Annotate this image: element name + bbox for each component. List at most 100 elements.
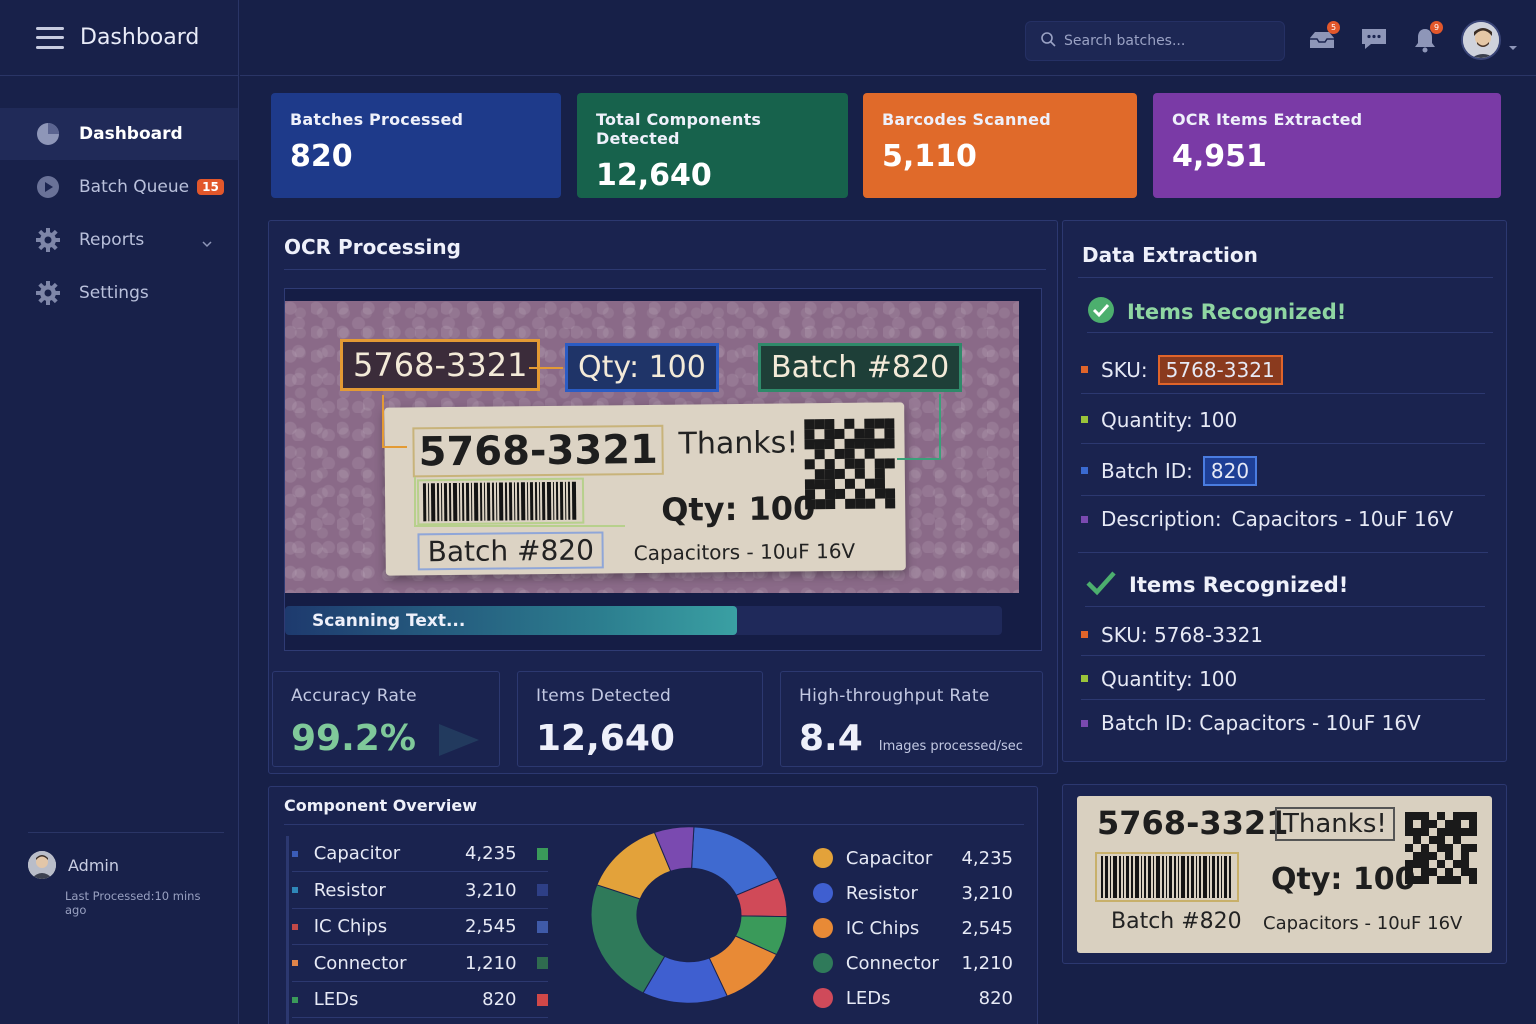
chevron-down-icon bbox=[202, 233, 212, 253]
legend-value: 2,545 bbox=[961, 917, 1013, 939]
legend-item: Capacitor 4,235 bbox=[813, 843, 1013, 873]
legend-value: 1,210 bbox=[961, 952, 1013, 974]
menu-icon[interactable] bbox=[36, 26, 64, 49]
bell-icon bbox=[1411, 29, 1439, 58]
stat-card-batches: Batches Processed 820 bbox=[271, 93, 561, 198]
chat-icon bbox=[1359, 29, 1389, 56]
table-row[interactable]: IC Chips 2,545 bbox=[292, 909, 548, 945]
check-icon bbox=[1085, 570, 1117, 600]
component-count: 820 bbox=[482, 989, 517, 1010]
extraction-row-description: Description: Capacitors - 10uF 16V bbox=[1081, 498, 1485, 540]
label-batch-text: Batch #820 bbox=[417, 531, 605, 571]
legend-label: Resistor bbox=[845, 882, 918, 904]
metric-label: High-throughput Rate bbox=[799, 686, 990, 706]
brand-bar: Dashboard bbox=[0, 0, 238, 76]
legend-swatch bbox=[813, 988, 833, 1008]
legend-value: 820 bbox=[978, 987, 1013, 1009]
stat-label: Total Components Detected bbox=[596, 110, 762, 148]
sidebar-item-label: Batch Queue bbox=[79, 177, 190, 197]
component-name: LEDs bbox=[313, 989, 359, 1010]
sidebar-user[interactable]: Admin Last Processed:10 mins ago bbox=[28, 832, 224, 917]
bullet bbox=[1081, 366, 1088, 373]
bullet bbox=[1081, 719, 1088, 727]
extraction-row-batch: Batch ID: 820 bbox=[1081, 446, 1485, 496]
legend-swatch bbox=[813, 918, 833, 938]
divider bbox=[284, 269, 1046, 270]
bullet bbox=[1081, 631, 1088, 638]
chevron-down-icon[interactable] bbox=[1508, 36, 1518, 55]
legend-swatch bbox=[813, 848, 833, 868]
ocr-image: 5768-3321 Thanks! Qty: 100 Batch #820 Ca… bbox=[285, 301, 1019, 593]
extraction-row-sku: SKU: 5768-3321 bbox=[1081, 346, 1485, 394]
extraction-row-quantity: Quantity: 100 bbox=[1081, 396, 1485, 444]
search-input[interactable] bbox=[1064, 33, 1264, 49]
sidebar-item-settings[interactable]: Settings bbox=[0, 267, 238, 319]
table-row[interactable]: Connector 1,210 bbox=[292, 946, 548, 982]
legend-label: Connector bbox=[845, 952, 939, 974]
bullet bbox=[1081, 675, 1088, 682]
progress-text: Scanning Text... bbox=[312, 611, 466, 631]
field-text: SKU: 5768-3321 bbox=[1101, 622, 1264, 647]
last-processed-text: Last Processed:10 mins ago bbox=[65, 889, 201, 917]
label-thumbnail[interactable]: 5768-3321 Thanks! Qty: 100 Batch #820 Ca… bbox=[1077, 796, 1492, 953]
bullet bbox=[1081, 416, 1088, 423]
sidebar-item-batch-queue[interactable]: Batch Queue 15 bbox=[0, 161, 238, 213]
recognized-heading-2: Items Recognized! bbox=[1085, 563, 1485, 607]
label-qty-text: Qty: 100 bbox=[661, 489, 816, 529]
check-circle-icon bbox=[1087, 296, 1115, 328]
recognized-heading-text: Items Recognized! bbox=[1129, 572, 1349, 597]
sidebar-item-label: Reports bbox=[79, 230, 145, 250]
bullet bbox=[292, 887, 298, 893]
avatar[interactable] bbox=[1461, 20, 1501, 60]
stat-value: 12,640 bbox=[596, 158, 712, 193]
thumb-sku-text: 5768-3321 bbox=[1097, 804, 1289, 842]
bullet bbox=[292, 923, 298, 930]
color-swatch bbox=[536, 957, 548, 969]
metric-throughput: High-throughput Rate 8.4 Images processe… bbox=[780, 671, 1043, 767]
notifications-badge: 9 bbox=[1430, 21, 1443, 34]
bullet bbox=[292, 850, 298, 857]
stat-card-components: Total Components Detected 12,640 bbox=[577, 93, 848, 198]
field-label: SKU: bbox=[1101, 357, 1148, 382]
stat-card-ocr-items: OCR Items Extracted 4,951 bbox=[1153, 93, 1501, 198]
extraction-row-quantity: Quantity: 100 bbox=[1081, 658, 1485, 700]
sidebar-item-reports[interactable]: Reports bbox=[0, 214, 238, 266]
app-title: Dashboard bbox=[80, 25, 200, 50]
component-count: 4,235 bbox=[464, 843, 517, 864]
legend-value: 4,235 bbox=[961, 847, 1013, 869]
search-box[interactable] bbox=[1025, 21, 1285, 61]
metric-accuracy: Accuracy Rate 99.2% bbox=[272, 671, 500, 767]
field-value: 5768-3321 bbox=[1157, 354, 1283, 385]
field-text: Batch ID: Capacitors - 10uF 16V bbox=[1101, 711, 1421, 735]
table-rule bbox=[286, 836, 289, 1024]
label-thanks-text: Thanks! bbox=[678, 425, 799, 462]
field-value: Capacitors - 10uF 16V bbox=[1231, 507, 1454, 531]
ocr-progress-bar: Scanning Text... bbox=[285, 606, 1002, 635]
user-name: Admin bbox=[68, 855, 119, 875]
legend-item: IC Chips 2,545 bbox=[813, 913, 1013, 943]
legend-label: IC Chips bbox=[845, 917, 920, 939]
table-row[interactable]: Capacitor 4,235 bbox=[292, 836, 548, 872]
table-row[interactable]: Resistor 3,210 bbox=[292, 873, 548, 909]
notifications-button[interactable]: 9 bbox=[1411, 21, 1443, 54]
inbox-button[interactable]: 5 bbox=[1308, 21, 1340, 54]
messages-button[interactable] bbox=[1359, 26, 1389, 54]
pie-chart-icon bbox=[34, 120, 62, 148]
metric-value: 8.4 bbox=[799, 718, 863, 759]
metric-label: Items Detected bbox=[536, 686, 672, 706]
color-swatch bbox=[536, 884, 548, 896]
sidebar-item-dashboard[interactable]: Dashboard bbox=[0, 108, 238, 160]
sidebar-item-label: Settings bbox=[79, 283, 149, 303]
component-count: 3,210 bbox=[464, 879, 517, 901]
field-value: 820 bbox=[1202, 455, 1258, 486]
topbar: 5 9 bbox=[240, 0, 1536, 76]
legend-label: LEDs bbox=[845, 987, 891, 1009]
package-label: 5768-3321 Thanks! Qty: 100 Batch #820 Ca… bbox=[384, 402, 906, 576]
component-donut-chart bbox=[590, 826, 788, 1004]
table-row[interactable]: LEDs 820 bbox=[292, 982, 548, 1018]
qr-code bbox=[1405, 812, 1477, 884]
sidebar-nav: Dashboard Batch Queue 15 Reports Setting… bbox=[0, 108, 238, 319]
stat-value: 5,110 bbox=[882, 139, 977, 174]
component-overview-title: Component Overview bbox=[284, 796, 478, 815]
legend-swatch bbox=[813, 953, 833, 973]
